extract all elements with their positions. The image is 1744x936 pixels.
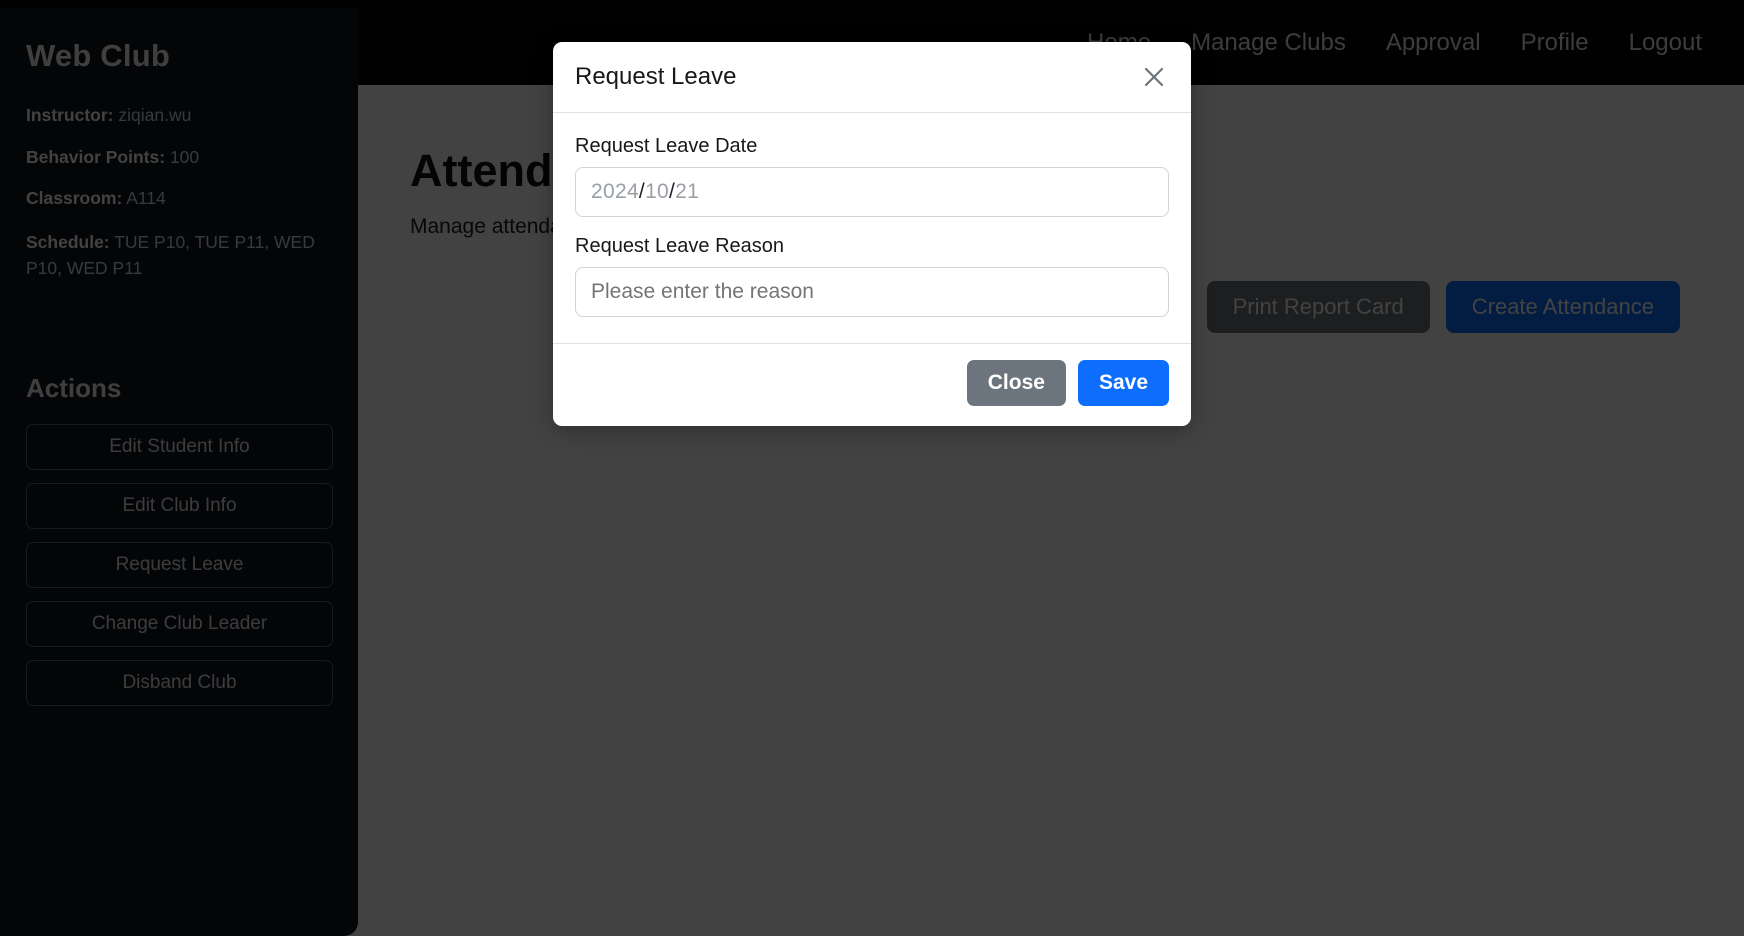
date-field-group: Request Leave Date 2024/10/21 [575, 135, 1169, 217]
request-leave-date-label: Request Leave Date [575, 135, 758, 157]
modal-title: Request Leave [575, 63, 737, 90]
date-month: 10 [645, 180, 670, 203]
request-leave-modal: Request Leave Request Leave Date 2024/10… [553, 42, 1191, 426]
modal-close-button[interactable]: Close [966, 360, 1066, 406]
modal-footer: Close Save [553, 343, 1191, 426]
request-leave-reason-label: Request Leave Reason [575, 235, 785, 257]
date-year: 2024 [591, 180, 639, 203]
reason-field-group: Request Leave Reason [575, 235, 1169, 317]
modal-save-button[interactable]: Save [1077, 360, 1169, 406]
app-root: Home Manage Clubs Approval Profile Logou… [0, 0, 1744, 936]
request-leave-reason-input[interactable] [575, 267, 1169, 317]
close-icon[interactable] [1139, 62, 1169, 92]
modal-header: Request Leave [553, 42, 1191, 113]
modal-body: Request Leave Date 2024/10/21 Request Le… [553, 113, 1191, 343]
date-day: 21 [675, 180, 700, 203]
request-leave-date-input[interactable]: 2024/10/21 [575, 167, 1169, 217]
